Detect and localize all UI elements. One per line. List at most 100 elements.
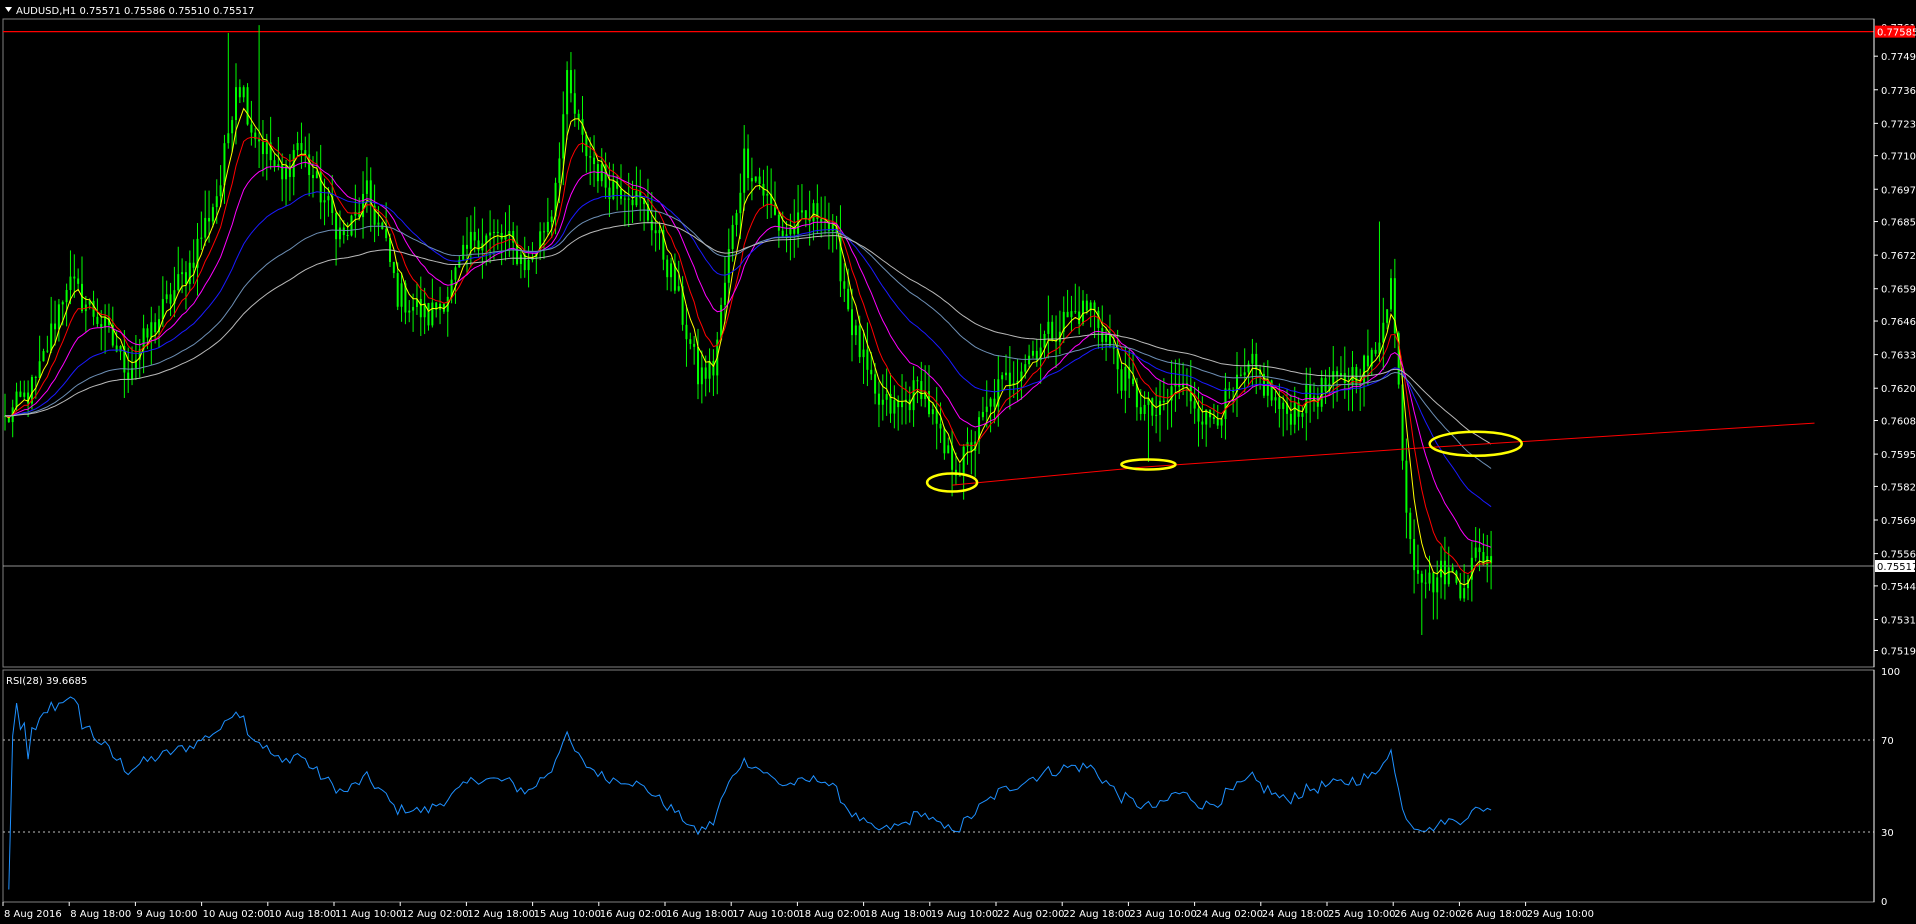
candle-body: [1224, 388, 1227, 420]
price-tick-label: 0.76590: [1881, 285, 1916, 296]
candle-body: [54, 323, 57, 330]
candle-body: [192, 262, 195, 268]
candle-body: [231, 120, 234, 134]
time-tick-label: 18 Aug 02:00: [798, 909, 865, 920]
candle-body: [1162, 400, 1165, 403]
resistance-price-label-text: 0.77585: [1877, 28, 1916, 39]
candle-body: [685, 324, 688, 340]
candle-body: [1293, 402, 1296, 425]
candle-body: [46, 350, 49, 352]
candle-body: [1459, 582, 1462, 599]
rsi-tick-label: 0: [1881, 897, 1887, 908]
candle-body: [1320, 378, 1323, 407]
candle-body: [1436, 577, 1439, 593]
candle-body: [1255, 353, 1258, 370]
candle-body: [916, 380, 919, 382]
candle-body: [812, 203, 815, 222]
candle-body: [350, 215, 353, 236]
candle-body: [362, 193, 365, 218]
candle-body: [804, 210, 807, 218]
candle-body: [319, 171, 322, 203]
candle-body: [881, 399, 884, 405]
time-tick-label: 22 Aug 02:00: [997, 909, 1064, 920]
candle-body: [573, 93, 576, 114]
candle-body: [1343, 373, 1346, 383]
candle-body: [1005, 372, 1007, 376]
candle-body: [831, 224, 834, 232]
candle-body: [854, 325, 857, 336]
candle-body: [1001, 375, 1004, 380]
candle-body: [750, 177, 753, 182]
candle-body: [1424, 582, 1427, 584]
candle-body: [1309, 384, 1312, 401]
candle-body: [870, 369, 873, 375]
candle-body: [154, 322, 157, 333]
candle-body: [1428, 572, 1431, 584]
price-tick-label: 0.75565: [1881, 550, 1916, 561]
candle-body: [519, 254, 522, 265]
candle-body: [1336, 371, 1339, 376]
candle-body: [608, 187, 611, 199]
candle-body: [704, 367, 707, 379]
candle-body: [365, 180, 368, 194]
time-tick-label: 10 Aug 02:00: [203, 909, 270, 920]
candle-body: [204, 217, 207, 238]
candle-body: [546, 221, 549, 233]
candle-body: [34, 376, 37, 378]
candle-body: [712, 360, 715, 376]
candle-body: [862, 349, 865, 358]
candle-body: [1405, 460, 1408, 513]
candle-body: [19, 391, 22, 397]
candle-body: [50, 323, 53, 351]
candle-body: [242, 87, 245, 98]
candle-body: [523, 254, 526, 271]
candle-body: [385, 229, 388, 239]
candle-body: [947, 445, 950, 454]
price-tick-label: 0.76205: [1881, 384, 1916, 395]
candle-body: [115, 345, 118, 352]
candle-body: [1085, 300, 1088, 311]
candle-body: [1390, 278, 1392, 310]
time-tick-label: 25 Aug 10:00: [1328, 909, 1395, 920]
candle-body: [623, 198, 626, 200]
candle-body: [650, 220, 653, 231]
price-tick-label: 0.76335: [1881, 351, 1916, 362]
time-tick-label: 24 Aug 02:00: [1196, 909, 1263, 920]
price-tick-label: 0.77360: [1881, 86, 1916, 97]
candle-body: [177, 274, 180, 291]
candle-body: [1239, 374, 1242, 376]
time-tick-label: 11 Aug 10:00: [335, 909, 402, 920]
candle-body: [250, 124, 253, 133]
candle-body: [1008, 372, 1011, 386]
candle-body: [1363, 355, 1366, 384]
price-tick-label: 0.75950: [1881, 450, 1916, 461]
candle-body: [989, 398, 992, 407]
candle-body: [1478, 547, 1481, 553]
candle-body: [65, 290, 68, 303]
candle-body: [431, 302, 434, 326]
candle-body: [558, 158, 561, 183]
candle-body: [96, 316, 99, 325]
candle-body: [181, 272, 184, 275]
candle-body: [61, 302, 64, 305]
candle-body: [908, 399, 911, 411]
candle-body: [419, 299, 422, 318]
price-tick-label: 0.75825: [1881, 482, 1916, 493]
candle-body: [315, 171, 318, 178]
candle-body: [1432, 572, 1435, 593]
candle-body: [131, 368, 134, 380]
candle-body: [600, 164, 603, 182]
candle-body: [1028, 355, 1031, 365]
candle-body: [42, 351, 45, 362]
candle-body: [473, 231, 476, 241]
candle-body: [1220, 419, 1223, 426]
candle-body: [677, 286, 680, 291]
candle-body: [654, 230, 657, 234]
candle-body: [543, 231, 545, 233]
chart-canvas[interactable]: AUDUSD,H1 0.75571 0.75586 0.75510 0.7551…: [0, 0, 1916, 924]
rsi-tick-label: 30: [1881, 828, 1894, 839]
candle-body: [1278, 397, 1281, 410]
time-tick-label: 19 Aug 10:00: [931, 909, 998, 920]
candle-body: [766, 193, 769, 196]
price-tick-label: 0.76975: [1881, 185, 1916, 196]
